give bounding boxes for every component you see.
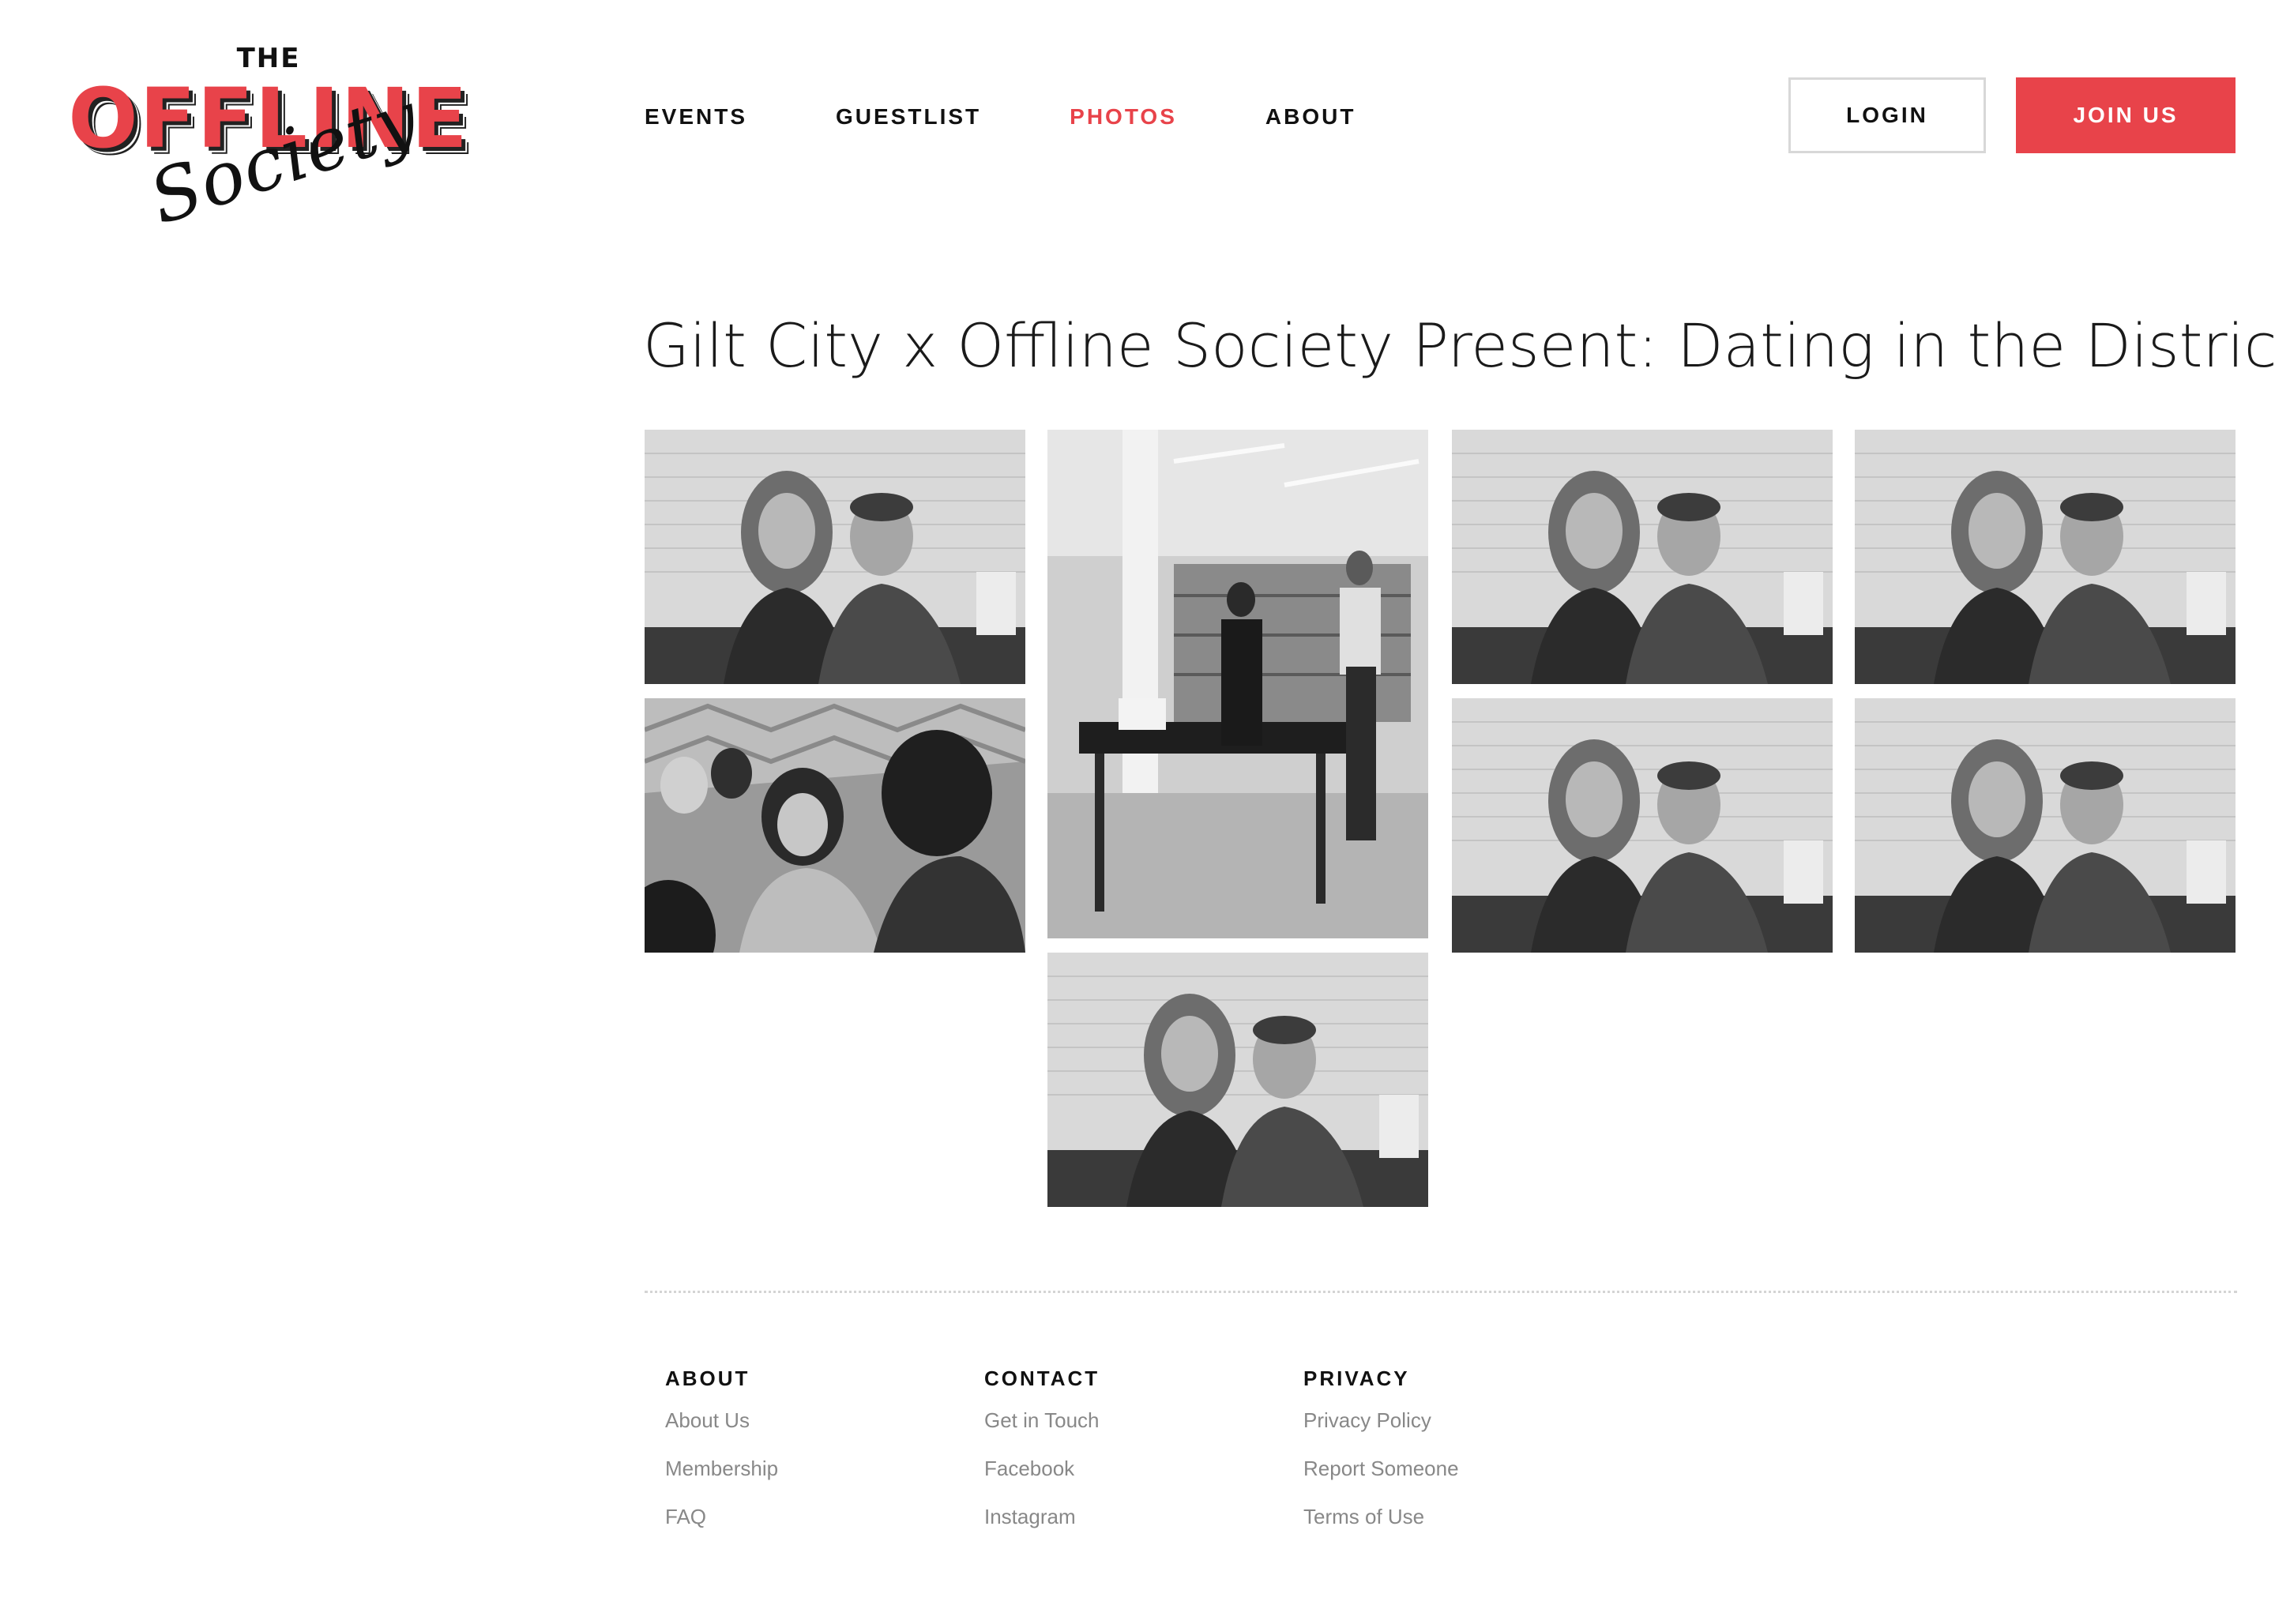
footer-heading: PRIVACY	[1303, 1366, 1410, 1390]
nav-item-photos[interactable]: PHOTOS	[1070, 104, 1177, 130]
nav-item-events[interactable]: EVENTS	[645, 104, 747, 130]
login-button[interactable]: LOGIN	[1788, 77, 1986, 153]
gallery-photo[interactable]	[1855, 430, 2236, 684]
footer-link-facebook[interactable]: Facebook	[984, 1457, 1100, 1481]
footer-column-about: ABOUT About Us Membership FAQ	[665, 1366, 778, 1553]
gallery-photo[interactable]	[1452, 430, 1833, 684]
join-us-button[interactable]: JOIN US	[2016, 77, 2236, 153]
footer-column-contact: CONTACT Get in Touch Facebook Instagram	[984, 1366, 1100, 1553]
footer-heading: CONTACT	[984, 1366, 1100, 1390]
site-logo[interactable]: THE OFFLINE Society	[63, 38, 474, 291]
logo-the-text: THE	[236, 43, 301, 74]
gallery-photo[interactable]	[645, 430, 1025, 684]
footer-link-get-in-touch[interactable]: Get in Touch	[984, 1408, 1100, 1433]
footer-link-privacy-policy[interactable]: Privacy Policy	[1303, 1408, 1459, 1433]
footer-link-faq[interactable]: FAQ	[665, 1505, 778, 1529]
page-title: Gilt City x Offline Society Present: Dat…	[643, 310, 2275, 381]
gallery-photo[interactable]	[1855, 698, 2236, 953]
footer-link-about-us[interactable]: About Us	[665, 1408, 778, 1433]
footer-link-membership[interactable]: Membership	[665, 1457, 778, 1481]
footer-heading: ABOUT	[665, 1366, 750, 1390]
nav-item-guestlist[interactable]: GUESTLIST	[836, 104, 981, 130]
gallery-photo[interactable]	[645, 698, 1025, 953]
footer-link-terms-of-use[interactable]: Terms of Use	[1303, 1505, 1459, 1529]
footer-link-report-someone[interactable]: Report Someone	[1303, 1457, 1459, 1481]
main-nav: EVENTS GUESTLIST PHOTOS ABOUT	[645, 101, 1444, 133]
gallery-photo[interactable]	[1047, 953, 1428, 1207]
footer-link-instagram[interactable]: Instagram	[984, 1505, 1100, 1529]
gallery-photo[interactable]	[1047, 430, 1428, 938]
footer-column-privacy: PRIVACY Privacy Policy Report Someone Te…	[1303, 1366, 1459, 1553]
gallery-photo[interactable]	[1452, 698, 1833, 953]
footer-divider	[645, 1291, 2237, 1293]
nav-item-about[interactable]: ABOUT	[1265, 104, 1356, 130]
